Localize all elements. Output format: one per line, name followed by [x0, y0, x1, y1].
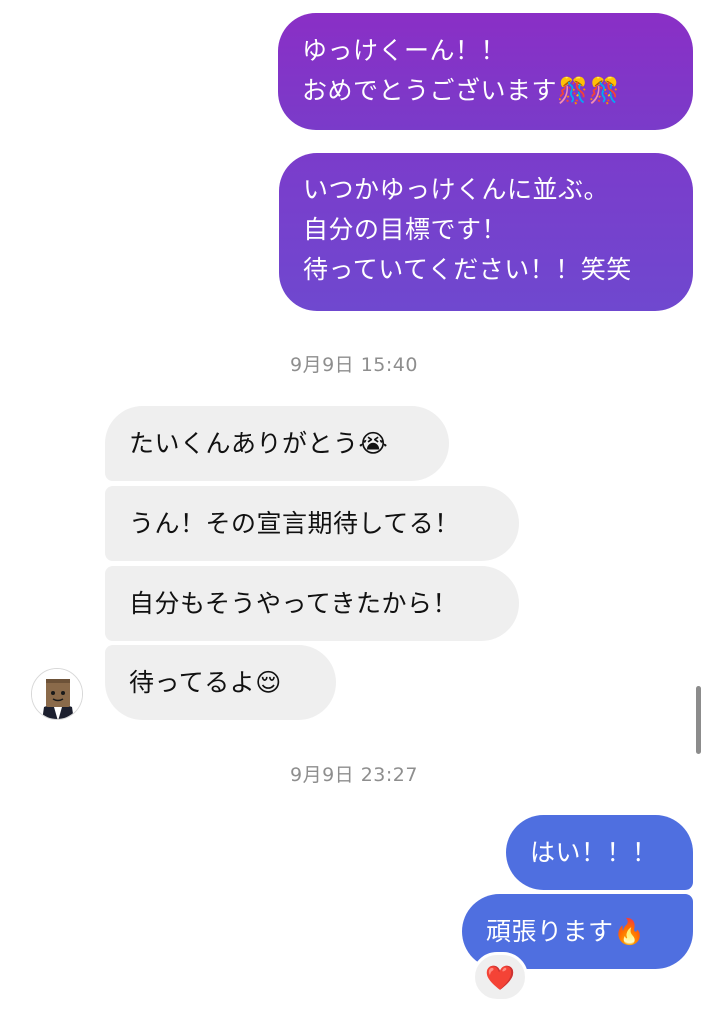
avatar-image [32, 669, 82, 719]
sent-message[interactable]: いつかゆっけくんに並ぶ。 自分の目標です！ 待っていてください！！笑笑 [279, 153, 693, 311]
heart-icon[interactable]: ❤️ [472, 952, 528, 1002]
message-text: うん！その宣言期待してる！ [129, 509, 460, 538]
message-line: 待っていてください！！笑笑 [303, 255, 632, 284]
message-text: 自分もそうやってきたから！ [129, 589, 459, 618]
message-text: はい！！！ [530, 838, 658, 867]
sent-message[interactable]: ゆっけくーん！！ おめでとうございます🎊🎊 [278, 13, 693, 130]
message-line: ゆっけくーん！！ [302, 36, 507, 65]
received-message[interactable]: 待ってるよ😌 [105, 645, 336, 720]
sent-message[interactable]: はい！！！ [506, 815, 693, 890]
message-text: 待ってるよ😌 [129, 668, 282, 697]
received-message[interactable]: 自分もそうやってきたから！ [105, 566, 519, 641]
reaction-emoji: ❤️ [485, 964, 515, 992]
timestamp: 9月9日 23:27 [290, 764, 418, 786]
scrollbar[interactable] [696, 686, 701, 754]
message-text: 頑張ります🔥 [486, 917, 646, 946]
received-message[interactable]: うん！その宣言期待してる！ [105, 486, 519, 561]
avatar-icon[interactable] [31, 668, 83, 720]
received-message[interactable]: たいくんありがとう😭 [105, 406, 449, 481]
message-line: おめでとうございます🎊🎊 [302, 76, 621, 105]
message-text: たいくんありがとう😭 [129, 429, 389, 458]
message-line: 自分の目標です！ [303, 215, 508, 244]
message-line: いつかゆっけくんに並ぶ。 [303, 175, 610, 204]
timestamp: 9月9日 15:40 [290, 354, 418, 376]
